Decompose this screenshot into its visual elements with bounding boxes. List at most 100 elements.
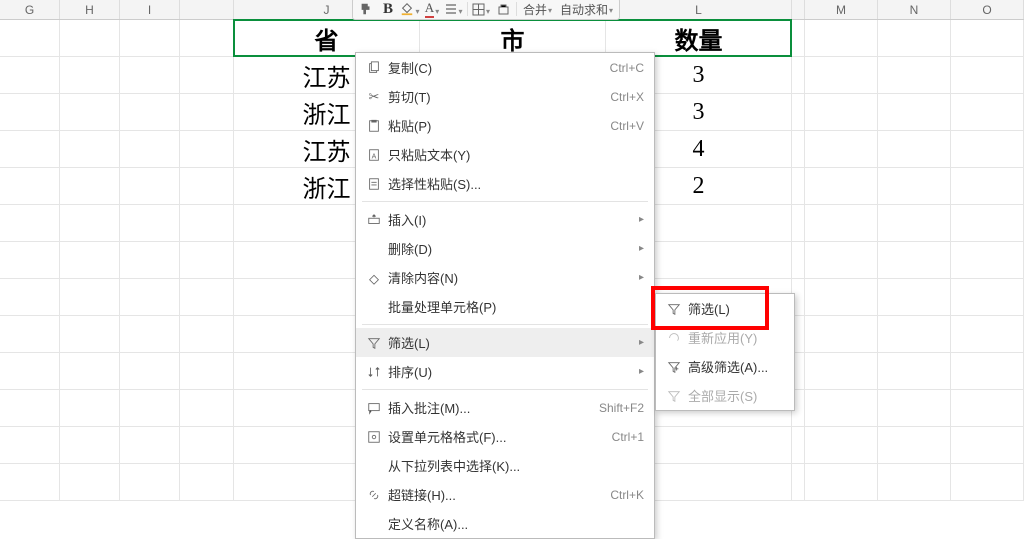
col-header-o[interactable]: O (951, 0, 1024, 19)
cell[interactable] (0, 427, 60, 464)
cell[interactable] (180, 353, 234, 390)
cell[interactable] (878, 242, 951, 279)
cell[interactable] (120, 316, 180, 353)
cell[interactable] (878, 205, 951, 242)
menu-batch[interactable]: 批量处理单元格(P) (356, 292, 654, 321)
cell[interactable] (0, 390, 60, 427)
cell[interactable] (120, 131, 180, 168)
menu-paste-special[interactable]: 选择性粘贴(S)... (356, 169, 654, 198)
cell[interactable] (951, 427, 1024, 464)
cell[interactable] (878, 57, 951, 94)
col-header-h[interactable]: H (60, 0, 120, 19)
cell[interactable] (60, 464, 120, 501)
cell[interactable] (120, 57, 180, 94)
menu-insert[interactable]: 插入(I) ▸ (356, 205, 654, 234)
cell[interactable] (805, 168, 878, 205)
cell[interactable] (60, 242, 120, 279)
merge-button[interactable]: 合并 (519, 0, 556, 19)
cell[interactable] (951, 20, 1024, 57)
menu-dropdown-select[interactable]: 从下拉列表中选择(K)... (356, 451, 654, 480)
cell[interactable] (951, 57, 1024, 94)
cell[interactable] (0, 94, 60, 131)
menu-format-cells[interactable]: 设置单元格格式(F)... Ctrl+1 (356, 422, 654, 451)
cell[interactable] (60, 168, 120, 205)
cell[interactable] (0, 464, 60, 501)
cell[interactable] (792, 94, 805, 131)
cell[interactable] (805, 205, 878, 242)
cell[interactable] (792, 205, 805, 242)
cell[interactable] (180, 131, 234, 168)
cell[interactable] (120, 242, 180, 279)
cell[interactable] (180, 279, 234, 316)
cell[interactable] (180, 94, 234, 131)
submenu-filter[interactable]: 筛选(L) (656, 294, 794, 323)
cell[interactable] (792, 20, 805, 57)
autosum-button[interactable]: 自动求和 (556, 0, 617, 19)
cell[interactable] (0, 20, 60, 57)
cell[interactable] (878, 20, 951, 57)
menu-sort[interactable]: 排序(U) ▸ (356, 357, 654, 386)
cell[interactable] (120, 205, 180, 242)
menu-paste-text[interactable]: A 只粘贴文本(Y) (356, 140, 654, 169)
cell[interactable] (805, 20, 878, 57)
cell[interactable] (120, 94, 180, 131)
cell[interactable] (951, 353, 1024, 390)
cell[interactable] (60, 20, 120, 57)
cell[interactable] (805, 279, 878, 316)
cell[interactable] (180, 20, 234, 57)
cell[interactable] (951, 131, 1024, 168)
menu-copy[interactable]: 复制(C) Ctrl+C (356, 53, 654, 82)
menu-hyperlink[interactable]: 超链接(H)... Ctrl+K (356, 480, 654, 509)
cell[interactable] (805, 242, 878, 279)
cell[interactable] (951, 316, 1024, 353)
submenu-advanced[interactable]: 高级筛选(A)... (656, 352, 794, 381)
shape-button[interactable] (492, 0, 514, 19)
cell[interactable] (792, 57, 805, 94)
cell[interactable] (951, 205, 1024, 242)
cell[interactable] (120, 427, 180, 464)
cell[interactable] (878, 353, 951, 390)
cell[interactable] (60, 353, 120, 390)
menu-define-name[interactable]: 定义名称(A)... (356, 509, 654, 538)
col-header-l[interactable]: L (606, 0, 792, 19)
col-header-g[interactable]: G (0, 0, 60, 19)
cell[interactable] (0, 57, 60, 94)
cell[interactable] (0, 131, 60, 168)
cell[interactable] (180, 205, 234, 242)
cell[interactable] (805, 353, 878, 390)
cell[interactable] (805, 427, 878, 464)
cell[interactable] (180, 464, 234, 501)
cell[interactable] (878, 464, 951, 501)
col-header-i[interactable]: I (120, 0, 180, 19)
cell[interactable] (60, 131, 120, 168)
cell[interactable] (120, 464, 180, 501)
cell[interactable] (180, 242, 234, 279)
font-color-button[interactable]: A (421, 0, 443, 19)
cell[interactable] (792, 427, 805, 464)
cell[interactable] (878, 94, 951, 131)
cell[interactable] (792, 168, 805, 205)
cell[interactable] (120, 279, 180, 316)
cell[interactable] (792, 464, 805, 501)
menu-comment[interactable]: 插入批注(M)... Shift+F2 (356, 393, 654, 422)
cell[interactable] (951, 464, 1024, 501)
cell[interactable] (805, 94, 878, 131)
cell[interactable] (0, 316, 60, 353)
menu-clear[interactable]: 清除内容(N) ▸ (356, 263, 654, 292)
cell[interactable] (180, 390, 234, 427)
cell[interactable] (60, 57, 120, 94)
menu-paste[interactable]: 粘贴(P) Ctrl+V (356, 111, 654, 140)
cell[interactable] (805, 390, 878, 427)
cell[interactable] (60, 427, 120, 464)
cell[interactable] (0, 279, 60, 316)
bold-button[interactable]: B (377, 0, 399, 19)
cell[interactable] (951, 242, 1024, 279)
cell[interactable] (792, 131, 805, 168)
cell[interactable] (180, 316, 234, 353)
cell[interactable] (951, 94, 1024, 131)
cell[interactable] (951, 390, 1024, 427)
border-button[interactable] (470, 0, 492, 19)
cell[interactable] (792, 242, 805, 279)
cell[interactable] (0, 205, 60, 242)
cell[interactable] (878, 316, 951, 353)
